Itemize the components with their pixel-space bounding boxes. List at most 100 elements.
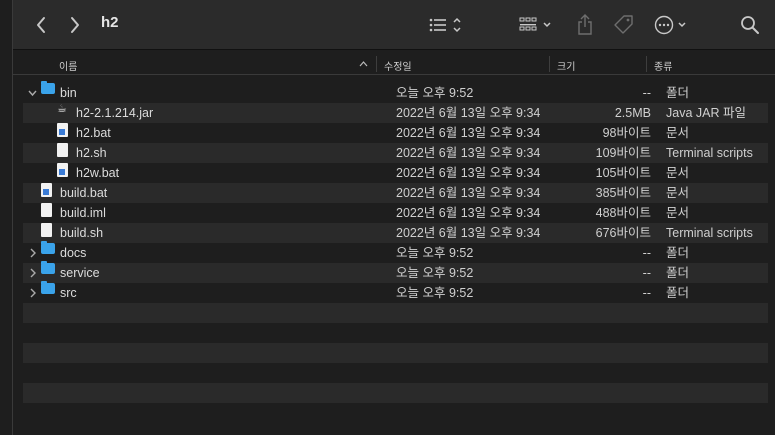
more-actions-button[interactable] [653,13,693,37]
file-list: bin 오늘 오후 9:52 -- 폴더 ☕ h2-2.1.214.jar 2022년 6월… [23,81,768,423]
column-separator[interactable] [376,56,377,72]
list-item[interactable]: build.bat 2022년 6월 13일 오후 9:34 385바이트 문서 [23,183,768,203]
file-kind: 폴더 [666,86,690,100]
empty-row [23,383,768,403]
list-item[interactable]: h2.bat 2022년 6월 13일 오후 9:34 98바이트 문서 [23,123,768,143]
file-name: src [60,286,77,300]
view-mode-button[interactable] [427,14,467,36]
folder-icon [41,241,55,254]
modified-date: 2022년 6월 13일 오후 9:34 [396,186,541,200]
modified-date: 2022년 6월 13일 오후 9:34 [396,206,541,220]
modified-date: 2022년 6월 13일 오후 9:34 [396,226,541,240]
file-size: -- [642,286,651,300]
search-icon [741,16,759,34]
list-item[interactable]: ☕ h2-2.1.214.jar 2022년 6월 13일 오후 9:34 2.5MB… [23,103,768,123]
file-kind: Terminal scripts [666,226,753,240]
file-kind: 폴더 [666,286,690,300]
list-item[interactable]: build.iml 2022년 6월 13일 오후 9:34 488바이트 문서 [23,203,768,223]
group-button[interactable] [518,14,556,36]
empty-row [23,303,768,323]
document-icon [41,203,52,217]
file-size: 98바이트 [602,126,651,140]
file-size: 109바이트 [595,146,651,160]
batch-file-icon [57,123,68,137]
column-header: 이름 수정일 크기 종류 [13,53,775,75]
folder-icon [41,81,55,94]
grid-group-icon [519,17,551,31]
modified-date: 오늘 오후 9:52 [396,246,474,260]
file-kind: Terminal scripts [666,146,753,160]
list-item[interactable]: src 오늘 오후 9:52 -- 폴더 [23,281,768,303]
column-date-header[interactable]: 수정일 [384,58,412,73]
share-icon [578,14,592,35]
file-size: 385바이트 [595,186,651,200]
file-name: bin [60,86,77,100]
list-item[interactable]: h2.sh 2022년 6월 13일 오후 9:34 109바이트 Terminal … [23,143,768,163]
tag-icon [614,15,633,34]
search-button[interactable] [739,13,761,37]
file-size: -- [642,246,651,260]
list-item[interactable]: docs 오늘 오후 9:52 -- 폴더 [23,241,768,263]
file-size: -- [642,266,651,280]
column-size-header[interactable]: 크기 [557,58,575,73]
file-size: 2.5MB [614,106,651,120]
column-name-header[interactable]: 이름 [59,58,77,73]
file-name: build.bat [60,186,108,200]
modified-date: 2022년 6월 13일 오후 9:34 [396,126,541,140]
modified-date: 오늘 오후 9:52 [396,86,474,100]
document-icon [57,143,68,157]
file-size: -- [642,86,651,100]
folder-icon [41,261,55,274]
windows-logo-icon [59,129,65,135]
column-separator[interactable] [646,56,647,72]
file-kind: 폴더 [666,246,690,260]
file-name: build.iml [60,206,106,220]
file-name: h2.bat [76,126,111,140]
file-name: docs [60,246,87,260]
list-view-icon [429,17,461,33]
file-name: h2-2.1.214.jar [76,106,154,120]
sort-ascending-icon [359,61,368,67]
folder-icon [41,281,55,294]
ellipsis-circle-icon [654,15,686,35]
windows-logo-icon [59,169,65,175]
column-kind-header[interactable]: 종류 [654,58,672,73]
share-button[interactable] [574,13,596,37]
window-title: h2 [101,14,119,31]
file-name: build.sh [60,226,104,240]
column-separator[interactable] [549,56,550,72]
file-kind: 문서 [666,206,690,220]
file-size: 105바이트 [595,166,651,180]
modified-date: 2022년 6월 13일 오후 9:34 [396,166,541,180]
file-size: 676바이트 [595,226,651,240]
tag-button[interactable] [612,13,636,37]
back-button[interactable] [31,13,51,37]
forward-button[interactable] [65,13,85,37]
empty-row [23,323,768,343]
file-name: h2w.bat [76,166,120,180]
file-kind: 문서 [666,166,690,180]
list-item[interactable]: service 오늘 오후 9:52 -- 폴더 [23,261,768,283]
list-item[interactable]: h2w.bat 2022년 6월 13일 오후 9:34 105바이트 문서 [23,163,768,183]
batch-file-icon [41,183,52,197]
java-jar-icon: ☕ [57,103,67,115]
chevron-left-icon [37,17,45,33]
toolbar: h2 [13,0,775,50]
file-kind: 문서 [666,126,690,140]
empty-row [23,403,768,423]
file-kind: 문서 [666,186,690,200]
list-item[interactable]: build.sh 2022년 6월 13일 오후 9:34 676바이트 Termin… [23,223,768,243]
file-name: service [60,266,100,280]
empty-row [23,363,768,383]
modified-date: 오늘 오후 9:52 [396,286,474,300]
list-item[interactable]: bin 오늘 오후 9:52 -- 폴더 [23,81,768,103]
modified-date: 2022년 6월 13일 오후 9:34 [396,146,541,160]
windows-logo-icon [43,189,49,195]
file-name: h2.sh [76,146,107,160]
modified-date: 오늘 오후 9:52 [396,266,474,280]
file-size: 488바이트 [595,206,651,220]
empty-row [23,343,768,363]
document-icon [41,223,52,237]
file-kind: 폴더 [666,266,690,280]
chevron-right-icon [71,17,79,33]
